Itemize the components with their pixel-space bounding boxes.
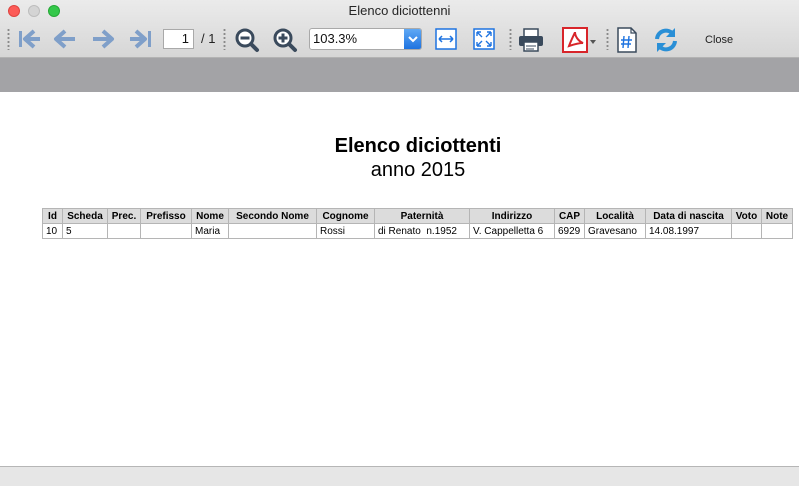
zoom-out-button[interactable] xyxy=(234,27,260,53)
table-cell: di Renato n.1952 xyxy=(374,223,470,239)
document-page: Elenco diciottenti anno 2015 Id Scheda P… xyxy=(0,92,799,466)
toolbar: 1 / 1 103.3% Close xyxy=(0,22,799,56)
zoom-level-value: 103.3% xyxy=(313,31,358,46)
report-subtitle: anno 2015 xyxy=(370,159,466,181)
table-cell: Rossi xyxy=(316,223,375,239)
toolbar-grip[interactable] xyxy=(7,28,10,50)
page-number-input[interactable]: 1 xyxy=(163,29,194,49)
column-header: Voto xyxy=(731,208,762,224)
column-header: Scheda xyxy=(62,208,108,224)
toolbar-grip[interactable] xyxy=(509,28,512,50)
refresh-icon xyxy=(655,28,677,52)
table-cell: Gravesano xyxy=(584,223,646,239)
arrow-right-icon xyxy=(93,29,114,49)
last-page-button[interactable] xyxy=(129,28,153,50)
table-cell xyxy=(140,223,192,239)
table-cell: 14.08.1997 xyxy=(645,223,732,239)
document-hash-icon xyxy=(617,27,637,53)
zoom-in-icon xyxy=(273,28,297,52)
arrow-left-icon xyxy=(54,29,75,49)
column-header: Id xyxy=(42,208,63,224)
fit-width-button[interactable] xyxy=(435,28,457,50)
column-header: Note xyxy=(761,208,793,224)
table-cell: 6929 xyxy=(554,223,585,239)
page-numbering-button[interactable] xyxy=(616,27,638,53)
table-cell xyxy=(228,223,317,239)
table-header-row: Id Scheda Prec. Prefisso Nome Secondo No… xyxy=(42,208,793,224)
zoom-in-button[interactable] xyxy=(272,27,298,53)
toolbar-separator-band xyxy=(0,58,799,92)
table-cell xyxy=(761,223,793,239)
close-button[interactable]: Close xyxy=(705,34,733,46)
last-page-icon xyxy=(130,29,151,49)
dropdown-arrow-icon xyxy=(404,29,421,49)
toolbar-grip[interactable] xyxy=(223,28,226,50)
window-title: Elenco diciottenni xyxy=(348,3,451,18)
column-header: Indirizzo xyxy=(469,208,555,224)
column-header: Nome xyxy=(191,208,229,224)
next-page-button[interactable] xyxy=(91,28,115,50)
column-header: Prefisso xyxy=(140,208,192,224)
previous-page-button[interactable] xyxy=(53,28,77,50)
fit-width-icon xyxy=(435,28,457,50)
fit-page-icon xyxy=(473,28,495,50)
pdf-icon xyxy=(562,27,596,53)
column-header: Cognome xyxy=(316,208,375,224)
table-cell: 10 xyxy=(42,223,63,239)
zoom-level-select[interactable]: 103.3% xyxy=(309,28,422,50)
fit-page-button[interactable] xyxy=(473,28,495,50)
zoom-out-icon xyxy=(235,28,259,52)
table-cell: V. Cappelletta 6 xyxy=(469,223,555,239)
page-total-label: / 1 xyxy=(201,31,216,46)
column-header: Prec. xyxy=(107,208,141,224)
printer-icon xyxy=(519,28,543,52)
print-button[interactable] xyxy=(517,27,545,53)
first-page-icon xyxy=(19,29,40,49)
column-header: Data di nascita xyxy=(645,208,732,224)
table-cell: Maria xyxy=(191,223,229,239)
data-table: Id Scheda Prec. Prefisso Nome Secondo No… xyxy=(42,208,793,239)
column-header: Secondo Nome xyxy=(228,208,317,224)
table-cell: 5 xyxy=(62,223,108,239)
first-page-button[interactable] xyxy=(17,28,41,50)
report-title: Elenco diciottenti xyxy=(334,135,502,157)
window-chrome: Elenco diciottenni 1 / 1 103.3% Close xyxy=(0,0,799,58)
column-header: Località xyxy=(584,208,646,224)
export-pdf-button[interactable] xyxy=(561,26,599,54)
refresh-button[interactable] xyxy=(652,26,680,54)
table-row: 10 5 Maria Rossi di Renato n.1952 V. Cap… xyxy=(42,223,793,239)
column-header: Paternità xyxy=(374,208,470,224)
column-header: CAP xyxy=(554,208,585,224)
toolbar-grip[interactable] xyxy=(606,28,609,50)
status-bar xyxy=(0,466,799,486)
table-cell xyxy=(731,223,762,239)
table-cell xyxy=(107,223,141,239)
